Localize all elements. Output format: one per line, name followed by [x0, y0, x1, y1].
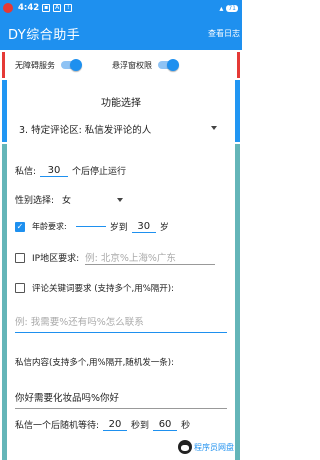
- age-label: 年龄要求:: [32, 222, 67, 231]
- accessibility-switch[interactable]: [61, 58, 82, 71]
- notification-badge: [3, 3, 13, 13]
- gender-dropdown-arrow-icon[interactable]: [117, 197, 124, 202]
- wait-suffix: 秒: [181, 421, 191, 431]
- age-checkbox[interactable]: ✓: [15, 221, 25, 232]
- dropdown-arrow-icon[interactable]: [211, 126, 217, 130]
- alert-icon: !: [64, 4, 73, 12]
- notification-icon: ▪: [42, 4, 51, 12]
- app-bar: DY综合助手 查看日志: [0, 16, 242, 50]
- ip-region-checkbox[interactable]: [15, 252, 25, 263]
- age-to-input[interactable]: 30: [131, 221, 156, 233]
- watermark: 程序员网盘: [178, 440, 234, 454]
- function-select-card: 功能选择 3. 特定评论区: 私信发评论的人: [2, 80, 240, 142]
- watermark-text: 程序员网盘: [194, 442, 234, 452]
- overlay-switch[interactable]: [158, 58, 179, 71]
- wait-row: 私信一个后随机等待: 20 秒到 60 秒: [15, 418, 191, 432]
- wait-to-input[interactable]: 60: [153, 419, 178, 431]
- overlay-permission-toggle[interactable]: 悬浮窗权限: [112, 58, 179, 71]
- wait-from-input[interactable]: 20: [103, 419, 128, 431]
- content-input-row: 你好需要化妆品吗%你好: [15, 390, 227, 409]
- overlay-permission-label: 悬浮窗权限: [112, 60, 152, 70]
- content-label-row: 私信内容(支持多个,用%隔开,随机发一条):: [15, 356, 174, 368]
- app-title: DY综合助手: [8, 27, 81, 43]
- view-log-button[interactable]: 查看日志: [208, 28, 240, 39]
- accessibility-service-toggle[interactable]: 无障碍服务: [15, 58, 82, 71]
- dm-stop-count-input[interactable]: 30: [40, 165, 69, 177]
- age-mid-label: 岁到: [109, 223, 128, 233]
- age-suffix: 岁: [159, 223, 169, 233]
- keyword-input-row: 例: 我需要%还有吗%怎么联系: [15, 314, 227, 333]
- status-bar: 4:42 ▪ A ! ▴ 71: [0, 0, 242, 16]
- content-label: 私信内容(支持多个,用%隔开,随机发一条):: [15, 358, 174, 368]
- app-notification-icon: A: [53, 4, 62, 12]
- status-time: 4:42: [18, 3, 40, 13]
- gender-label: 性别选择:: [15, 196, 55, 206]
- wait-prefix: 私信一个后随机等待:: [15, 421, 100, 431]
- ip-region-input[interactable]: 例: 北京%上海%广东: [85, 250, 216, 265]
- permissions-card: 无障碍服务 悬浮窗权限: [2, 52, 240, 78]
- function-dropdown[interactable]: 3. 特定评论区: 私信发评论的人: [19, 122, 151, 136]
- switch-knob: [167, 58, 179, 71]
- age-row: ✓ 年龄要求: 岁到 30 岁: [15, 220, 169, 233]
- ip-region-label: IP地区要求:: [32, 254, 80, 264]
- qq-penguin-icon: [178, 440, 192, 454]
- ip-region-row: IP地区要求: 例: 北京%上海%广东: [15, 250, 216, 265]
- accessibility-service-label: 无障碍服务: [15, 60, 55, 70]
- keyword-input[interactable]: 例: 我需要%还有吗%怎么联系: [15, 314, 227, 333]
- age-from-input[interactable]: [75, 226, 106, 227]
- signal-icon: ▴: [219, 3, 224, 13]
- keyword-checkbox[interactable]: [15, 283, 25, 293]
- dm-stop-suffix: 个后停止运行: [72, 167, 127, 177]
- wait-mid-label: 秒到: [131, 421, 150, 431]
- settings-card: 私信: 30 个后停止运行 性别选择: 女 ✓ 年龄要求: 岁到 30 岁 IP…: [2, 144, 240, 460]
- dm-stop-row: 私信: 30 个后停止运行: [15, 164, 127, 178]
- switch-knob: [70, 58, 82, 71]
- dm-stop-prefix: 私信:: [15, 167, 37, 177]
- gender-row: 性别选择: 女: [15, 193, 124, 206]
- function-title: 功能选择: [101, 98, 141, 109]
- gender-dropdown[interactable]: 女: [62, 193, 117, 206]
- battery-icon: 71: [226, 4, 238, 12]
- keyword-label: 评论关键词要求 (支持多个,用%隔开):: [32, 284, 174, 294]
- keyword-row: 评论关键词要求 (支持多个,用%隔开):: [15, 282, 174, 294]
- content-input[interactable]: 你好需要化妆品吗%你好: [15, 390, 227, 409]
